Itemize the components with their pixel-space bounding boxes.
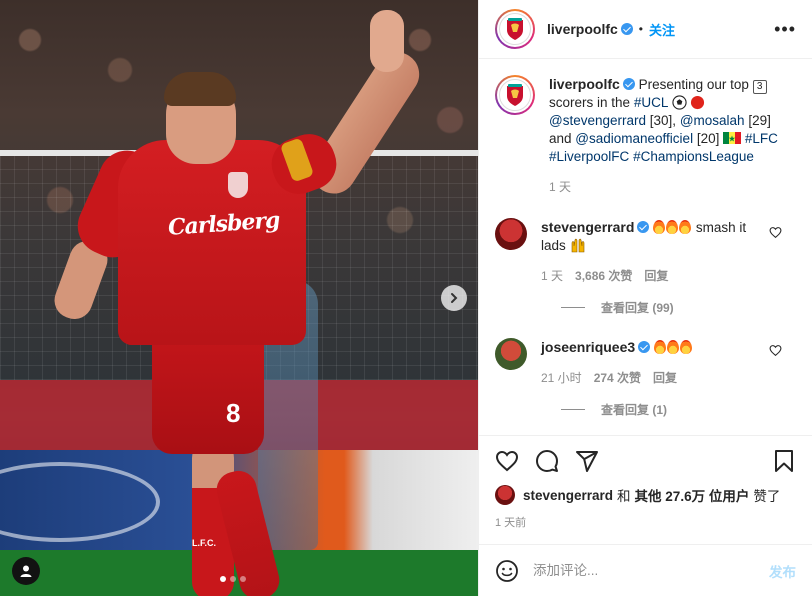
comment-meta: 1 天 3,686 次赞 回复 — [541, 267, 772, 285]
soccer-ball-icon — [671, 95, 687, 110]
shorts-number: 8 — [226, 398, 241, 428]
author-username[interactable]: liverpoolfc — [547, 21, 618, 37]
verified-badge-icon — [620, 23, 633, 35]
post-actions: stevengerrard 和 其他 27.6万 位用户 赞了 1 天前 — [479, 435, 812, 529]
separator-dot: • — [638, 22, 643, 36]
fire-icon — [679, 220, 692, 234]
view-replies-button[interactable]: 查看回复 (99) — [561, 299, 796, 316]
commenter-avatar[interactable] — [495, 218, 527, 250]
user-icon — [20, 565, 32, 577]
post-header: liverpoolfc • 关注 ••• — [479, 0, 812, 59]
carousel-dot-active — [220, 576, 226, 582]
caption-username[interactable]: liverpoolfc — [549, 76, 620, 92]
comment-item: stevengerrard smash it lads 1 天 3,686 次赞… — [495, 218, 796, 285]
verified-badge-icon — [638, 341, 651, 353]
comment-body: joseenriquee3 21 小时 274 次赞 回复 — [541, 338, 796, 387]
post-modal: L.F.C. 8 Carlsberg liverpoolfc • 关注 ••• … — [0, 0, 812, 596]
commenter-avatar[interactable] — [495, 338, 527, 370]
caption-meta: 1 天 — [549, 178, 796, 196]
comment-bubble-icon[interactable] — [535, 449, 559, 473]
emoji-smiley-icon[interactable] — [495, 559, 519, 583]
comment-username[interactable]: joseenriquee3 — [541, 339, 635, 355]
carousel-indicator — [220, 576, 246, 582]
comment-item: joseenriquee3 21 小时 274 次赞 回复 — [495, 338, 796, 387]
comment-time[interactable]: 21 小时 — [541, 369, 582, 387]
post-comment-button[interactable]: 发布 — [769, 561, 796, 581]
share-paper-plane-icon[interactable] — [575, 449, 599, 473]
goal-count: [20] — [696, 131, 720, 146]
mention-link[interactable]: @stevengerrard — [549, 113, 646, 128]
goal-count: [30], — [649, 113, 677, 128]
liker-avatar[interactable] — [495, 485, 515, 505]
fire-icon — [653, 220, 666, 234]
comment-time[interactable]: 1 天 — [541, 267, 563, 285]
caption-text: scorers in the — [549, 95, 631, 110]
action-bar — [495, 436, 796, 486]
add-comment-bar: 发布 — [479, 544, 812, 596]
likes-summary: stevengerrard 和 其他 27.6万 位用户 赞了 — [495, 485, 796, 505]
tagged-users-button[interactable] — [12, 557, 40, 585]
carousel-dot — [240, 576, 246, 582]
view-replies-label: 查看回复 (1) — [601, 403, 668, 417]
reply-button[interactable]: 回复 — [653, 369, 677, 387]
fire-icon — [666, 220, 679, 234]
mention-link[interactable]: @mosalah — [680, 113, 745, 128]
view-replies-button[interactable]: 查看回复 (1) — [561, 401, 796, 418]
fire-icon — [679, 340, 692, 354]
hashtag-link[interactable]: #LFC — [745, 131, 778, 146]
like-comment-heart-icon[interactable] — [769, 344, 782, 357]
caption: liverpoolfc Presenting our top 3 scorers… — [495, 75, 796, 196]
likes-suffix: 赞了 — [753, 489, 781, 504]
follow-button[interactable]: 关注 — [649, 20, 675, 39]
save-bookmark-icon[interactable] — [772, 449, 796, 473]
player-hair — [164, 72, 236, 106]
lfc-logo-icon — [499, 79, 531, 111]
sock-lfc-text: L.F.C. — [192, 538, 216, 548]
comment-body: stevengerrard smash it lads 1 天 3,686 次赞… — [541, 218, 796, 285]
hashtag-link[interactable]: #UCL — [634, 95, 668, 110]
fire-icon — [666, 340, 679, 354]
verified-badge-icon — [637, 221, 650, 233]
likes-conj: 和 — [617, 489, 631, 504]
caption-avatar[interactable] — [495, 75, 535, 115]
player-pointing-hand — [370, 10, 404, 72]
like-comment-heart-icon[interactable] — [769, 226, 782, 239]
other-likes-count[interactable]: 其他 27.6万 位用户 — [635, 485, 750, 505]
comments-section[interactable]: liverpoolfc Presenting our top 3 scorers… — [479, 59, 812, 435]
senegal-flag-icon — [723, 132, 742, 144]
next-slide-button[interactable] — [441, 285, 467, 311]
caption-time[interactable]: 1 天 — [549, 178, 571, 196]
raising-hands-icon — [571, 238, 584, 253]
view-replies-label: 查看回复 (99) — [601, 301, 674, 315]
post-media[interactable]: L.F.C. 8 Carlsberg — [0, 0, 478, 596]
author-avatar[interactable] — [495, 9, 535, 49]
fire-icon — [653, 340, 666, 354]
reply-button[interactable]: 回复 — [644, 267, 668, 285]
lfc-crest — [228, 172, 248, 198]
liker-username[interactable]: stevengerrard — [523, 488, 613, 503]
carousel-dot — [230, 576, 236, 582]
comment-likes[interactable]: 274 次赞 — [594, 369, 641, 387]
keycap-number-icon: 3 — [752, 80, 767, 94]
like-heart-icon[interactable] — [495, 449, 519, 473]
post-side-panel: liverpoolfc • 关注 ••• liverpoolfc Present… — [478, 0, 812, 596]
mention-link[interactable]: @sadiomaneofficiel — [575, 131, 693, 146]
red-circle-icon — [691, 95, 705, 110]
comment-username[interactable]: stevengerrard — [541, 219, 634, 235]
caption-text: Presenting our top — [638, 77, 749, 92]
comment-likes[interactable]: 3,686 次赞 — [575, 267, 632, 285]
more-options-button[interactable]: ••• — [774, 20, 796, 38]
chevron-right-icon — [451, 293, 458, 303]
hashtag-link[interactable]: #LiverpoolFC — [549, 149, 629, 164]
post-timestamp[interactable]: 1 天前 — [495, 514, 796, 529]
caption-body: liverpoolfc Presenting our top 3 scorers… — [549, 75, 796, 196]
verified-badge-icon — [622, 78, 635, 90]
lfc-logo-icon — [499, 13, 531, 45]
comment-input[interactable] — [533, 563, 769, 578]
hashtag-link[interactable]: #ChampionsLeague — [633, 149, 754, 164]
comment-meta: 21 小时 274 次赞 回复 — [541, 369, 772, 387]
